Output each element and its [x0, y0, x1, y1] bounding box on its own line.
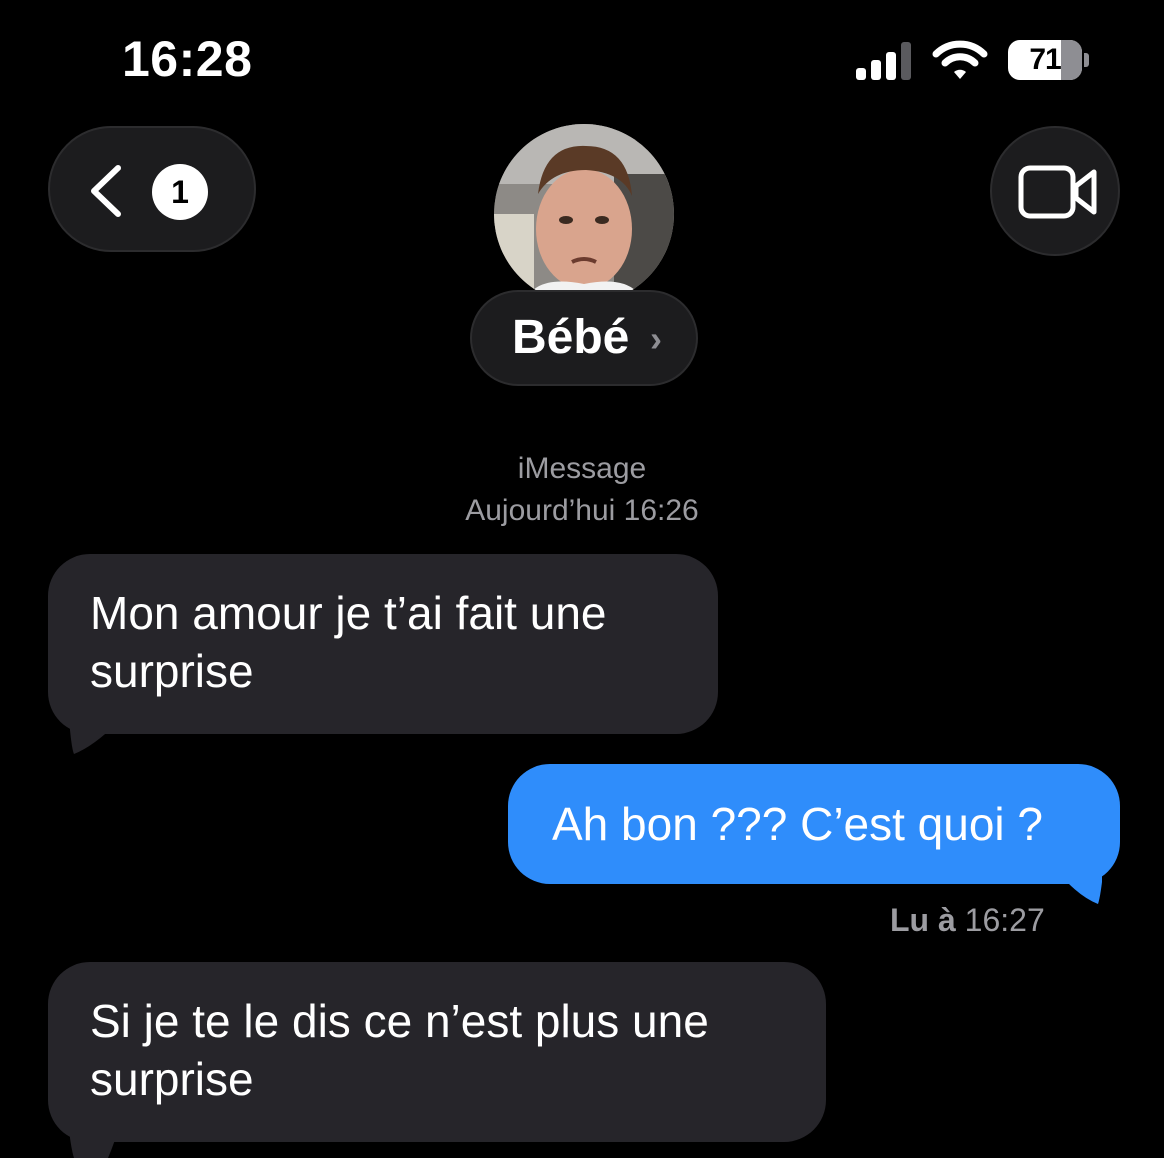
battery-icon: 71 [1008, 40, 1082, 80]
contact-name-button[interactable]: Bébé › [470, 290, 698, 386]
messages-screen: 16:28 71 1 Bébé › iMessage Aujourd’hui 1… [0, 0, 1164, 1158]
read-receipt: Lu à 16:27 [890, 902, 1045, 939]
message-text: Si je te le dis ce n’est plus une surpri… [90, 995, 709, 1105]
bubble-tail [1058, 852, 1102, 904]
message-text: Ah bon ??? C’est quoi ? [552, 798, 1044, 850]
service-label: iMessage [517, 452, 647, 485]
battery-tip [1084, 53, 1089, 67]
bubble-tail [70, 1108, 118, 1158]
cellular-signal-icon [856, 42, 914, 80]
video-camera-icon [1018, 165, 1097, 219]
chevron-left-icon [91, 165, 121, 217]
unread-count-badge: 1 [152, 164, 208, 220]
message-bubble-incoming[interactable]: Mon amour je t’ai fait une surprise [48, 554, 718, 734]
message-bubble-incoming[interactable]: Si je te le dis ce n’est plus une surpri… [48, 962, 826, 1142]
back-button[interactable]: 1 [48, 126, 256, 252]
facetime-video-button[interactable] [990, 126, 1120, 256]
contact-name: Bébé [512, 311, 630, 364]
wifi-icon [932, 40, 988, 82]
battery-level: 71 [1029, 43, 1061, 76]
status-time: 16:28 [122, 31, 253, 87]
chevron-right-icon: › [650, 318, 662, 359]
read-receipt-label: Lu à [890, 902, 956, 938]
contact-avatar[interactable] [494, 124, 674, 304]
message-bubble-outgoing[interactable]: Ah bon ??? C’est quoi ? [508, 764, 1120, 884]
bubble-tail [70, 700, 118, 754]
message-text: Mon amour je t’ai fait une surprise [90, 587, 607, 697]
conversation-date: Aujourd’hui 16:26 [465, 494, 699, 527]
read-receipt-time: 16:27 [964, 902, 1045, 938]
